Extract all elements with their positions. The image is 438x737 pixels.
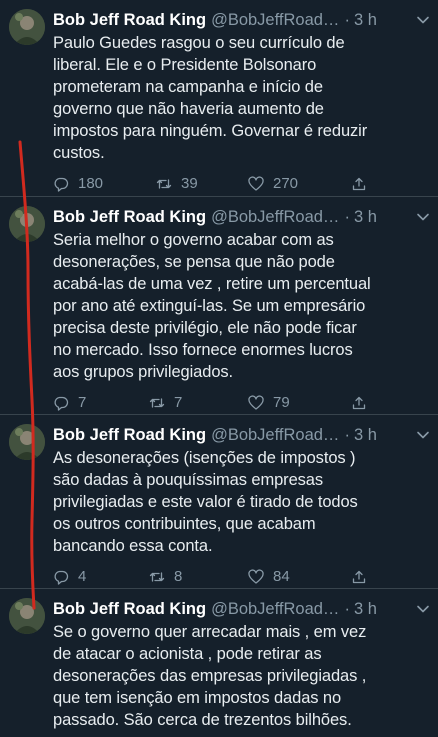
tweet-text-line: de atacar o acionista , pode retirar as [53,645,322,663]
heart-icon [248,569,264,584]
tweet-header: Bob Jeff Road King @BobJeffRoad… · 3 h [53,424,430,446]
separator-dot: · [344,426,350,444]
share-icon [352,570,366,584]
heart-icon [248,395,264,410]
like-count: 270 [273,175,299,192]
retweet-icon [149,572,165,582]
reply-button[interactable]: 4 [53,566,86,588]
reply-icon [54,570,69,585]
share-button[interactable] [351,566,376,588]
tweet-text-line: desonerações, se pensa que não pode [53,253,335,271]
tweet-actions: 180 39 270 [53,173,430,195]
tweet-text-line: são dadas à pouquíssimas empresas [53,471,324,489]
tweet[interactable]: Bob Jeff Road King @BobJeffRoad… · 3 h S… [0,197,438,415]
reply-button[interactable]: 7 [53,392,86,414]
retweet-count: 8 [174,568,183,585]
tweet-text-line: impostos para ninguém. Governar é reduzi… [53,122,368,140]
tweet-text-line: por ano até extinguí-las. Se um empresár… [53,297,366,315]
tweet-header: Bob Jeff Road King @BobJeffRoad… · 3 h [53,598,430,620]
tweet-text: As desonerações (isenções de impostos ) … [53,447,430,557]
like-button[interactable]: 84 [248,566,290,588]
like-button[interactable]: 79 [248,392,290,414]
tweet[interactable]: Bob Jeff Road King @BobJeffRoad… · 3 h P… [0,0,438,197]
tweet-text-line: os outros contribuintes, que acabam [53,515,316,533]
tweet-text-line: governo que não haveria aumento de [53,100,324,118]
tweet[interactable]: Bob Jeff Road King @BobJeffRoad… · 3 h A… [0,415,438,589]
like-count: 84 [273,568,290,585]
timestamp[interactable]: 3 h [354,9,377,31]
chevron-down-icon[interactable] [416,428,430,442]
like-count: 79 [273,394,290,411]
reply-icon [54,177,69,192]
tweet-text: Paulo Guedes rasgou o seu currículo de l… [53,32,430,164]
tweet-text-line: liberal. Ele e o Presidente Bolsonaro [53,56,317,74]
tweet-actions: 4 8 84 [53,566,430,588]
retweet-button[interactable]: 39 [156,173,198,195]
display-name[interactable]: Bob Jeff Road King [53,206,206,228]
tweet-text-line: que tem isenção em impostos dadas no [53,689,342,707]
display-name[interactable]: Bob Jeff Road King [53,9,206,31]
retweet-icon [149,398,165,408]
retweet-button[interactable]: 8 [149,566,182,588]
tweet-text-line: acabá-las de uma vez , retire um percent… [53,275,371,293]
timeline: Bob Jeff Road King @BobJeffRoad… · 3 h P… [0,0,438,737]
tweet-text-line: custos. [53,144,105,162]
share-button[interactable] [351,173,376,195]
tweet-header: Bob Jeff Road King @BobJeffRoad… · 3 h [53,206,430,228]
tweet[interactable]: Bob Jeff Road King @BobJeffRoad… · 3 h S… [0,589,438,737]
reply-icon [54,396,69,411]
tweet-text: Seria melhor o governo acabar com as des… [53,229,430,383]
retweet-button[interactable]: 7 [149,392,182,414]
user-handle[interactable]: @BobJeffRoad… [211,598,339,620]
timestamp[interactable]: 3 h [354,206,377,228]
display-name[interactable]: Bob Jeff Road King [53,598,206,620]
reply-count: 4 [78,568,87,585]
tweet-text-line: no mercado. Isso fornece enormes lucros [53,341,353,359]
tweet-text-line: prometeram na campanha e início de [53,78,323,96]
tweet-text: Se o governo quer arrecadar mais , em ve… [53,621,430,731]
display-name[interactable]: Bob Jeff Road King [53,424,206,446]
timestamp[interactable]: 3 h [354,424,377,446]
chevron-down-icon[interactable] [416,602,430,616]
tweet-text-line: aos grupos privilegiados. [53,363,234,381]
separator-dot: · [344,11,350,29]
tweet-text-line: desonerações das empresas privilegiadas … [53,667,367,685]
tweet-text-line: Paulo Guedes rasgou o seu currículo de [53,34,345,52]
share-button[interactable] [351,392,376,414]
retweet-icon [156,179,172,189]
separator-dot: · [344,208,350,226]
heart-icon [248,176,264,191]
chevron-down-icon[interactable] [416,13,430,27]
reply-count: 7 [78,394,87,411]
share-icon [352,396,366,410]
reply-count: 180 [78,175,104,192]
avatar[interactable] [9,9,45,45]
retweet-count: 7 [174,394,183,411]
user-handle[interactable]: @BobJeffRoad… [211,206,339,228]
avatar[interactable] [9,424,45,460]
tweet-header: Bob Jeff Road King @BobJeffRoad… · 3 h [53,9,430,31]
separator-dot: · [344,600,350,618]
chevron-down-icon[interactable] [416,210,430,224]
tweet-text-line: As desonerações (isenções de impostos ) [53,449,356,467]
tweet-text-line: precisa deste privilégio, ele não pode f… [53,319,357,337]
timestamp[interactable]: 3 h [354,598,377,620]
tweet-text-line: passado. São cerca de trezentos bilhões. [53,711,352,729]
user-handle[interactable]: @BobJeffRoad… [211,424,339,446]
avatar[interactable] [9,206,45,242]
reply-button[interactable]: 180 [53,173,103,195]
share-icon [352,177,366,191]
tweet-text-line: privilegiadas e este valor é tirado de t… [53,493,358,511]
tweet-text-line: Seria melhor o governo acabar com as [53,231,334,249]
avatar[interactable] [9,598,45,634]
tweet-text-line: Se o governo quer arrecadar mais , em ve… [53,623,367,641]
tweet-text-line: bancando essa conta. [53,537,213,555]
retweet-count: 39 [181,175,198,192]
like-button[interactable]: 270 [248,173,298,195]
user-handle[interactable]: @BobJeffRoad… [211,9,339,31]
tweet-actions: 7 7 79 [53,392,430,414]
